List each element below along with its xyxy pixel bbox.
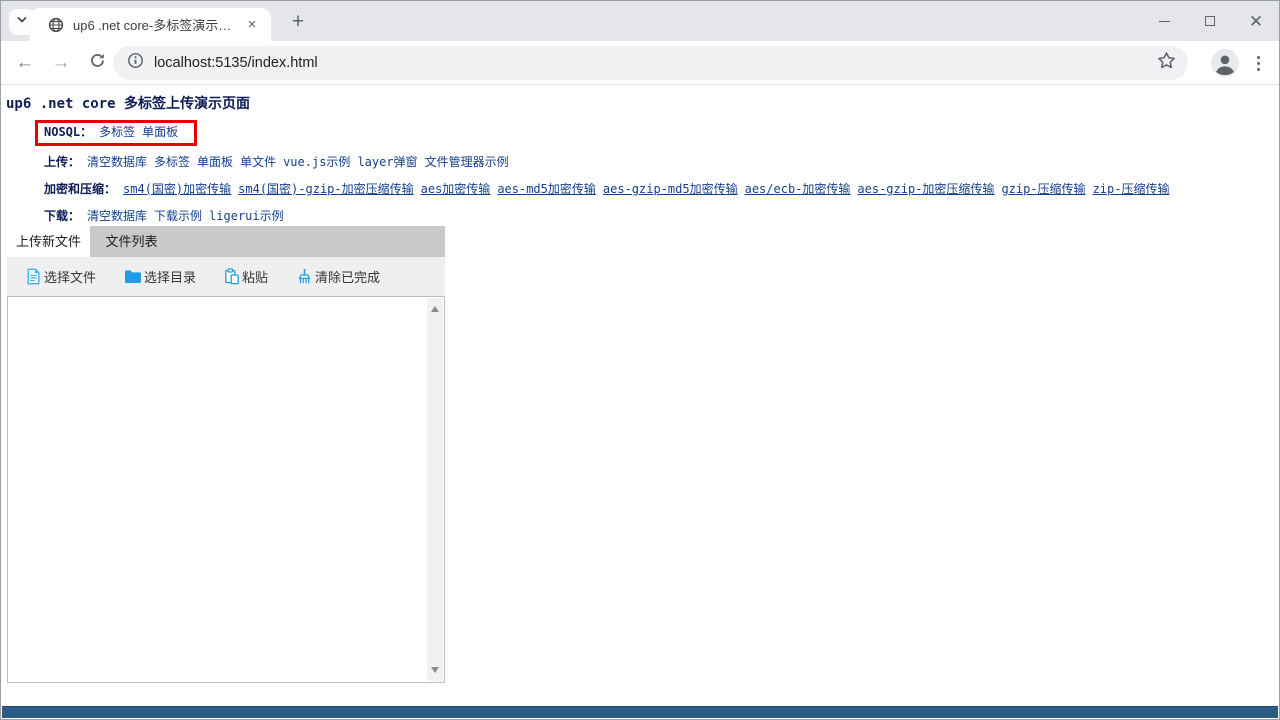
nav-link[interactable]: layer弹窗 bbox=[357, 155, 417, 169]
bookmark-star-icon[interactable] bbox=[1157, 51, 1176, 75]
toolbar-button[interactable]: 选择文件 bbox=[25, 267, 96, 286]
reload-icon bbox=[89, 52, 106, 75]
nav-row-label: 加密和压缩： bbox=[44, 182, 116, 196]
new-tab-button[interactable]: + bbox=[285, 9, 311, 35]
toolbar-button[interactable]: 粘贴 bbox=[224, 267, 268, 286]
nav-link[interactable]: sm4(国密)加密传输 bbox=[123, 182, 231, 196]
scroll-up-icon[interactable] bbox=[431, 306, 439, 312]
scrollbar[interactable] bbox=[427, 298, 443, 681]
info-icon[interactable] bbox=[127, 52, 144, 74]
window-controls: ✕ bbox=[1141, 1, 1279, 41]
tab-strip: up6 .net core-多标签演示页面 × + ✕ bbox=[1, 1, 1279, 41]
minimize-icon bbox=[1159, 21, 1170, 22]
panel-toolbar: 选择文件 选择目录 粘贴 清除已完成 bbox=[7, 257, 445, 296]
nav-row-inner: NOSQL： 多标签单面板 bbox=[35, 120, 197, 146]
panel-tab[interactable]: 文件列表 bbox=[90, 226, 173, 257]
nav-link[interactable]: sm4(国密)-gzip-加密压缩传输 bbox=[238, 182, 413, 196]
nav-row-inner: 下载： 清空数据库下载示例 ligerui示例 bbox=[35, 209, 291, 224]
nav-row-label: 下载： bbox=[44, 209, 80, 223]
browser-navbar: ← → localhost:5135/index.html bbox=[1, 41, 1279, 85]
panel-tabs: 上传新文件文件列表 bbox=[7, 226, 445, 257]
tab-close-icon[interactable]: × bbox=[243, 16, 261, 34]
nav-row: NOSQL： 多标签单面板 bbox=[35, 120, 1278, 146]
back-button[interactable]: ← bbox=[13, 51, 37, 75]
file-icon bbox=[25, 268, 42, 285]
toolbar-button-label: 选择文件 bbox=[44, 267, 96, 286]
toolbar-button-label: 选择目录 bbox=[144, 267, 196, 286]
nav-link[interactable]: aes-gzip-加密压缩传输 bbox=[857, 182, 994, 196]
maximize-button[interactable] bbox=[1187, 1, 1233, 41]
nav-link[interactable]: 单面板 bbox=[142, 125, 178, 139]
nav-row: 下载： 清空数据库下载示例 ligerui示例 bbox=[35, 209, 1278, 224]
nav-link[interactable]: gzip-压缩传输 bbox=[1001, 182, 1085, 196]
nav-row: 加密和压缩： sm4(国密)加密传输 sm4(国密)-gzip-加密压缩传输 aes加… bbox=[35, 182, 1278, 197]
chevron-down-icon bbox=[16, 13, 28, 31]
nav-row-label: 上传： bbox=[44, 155, 80, 169]
page-title: up6 .net core 多标签上传演示页面 bbox=[2, 86, 1278, 113]
toolbar-button-label: 清除已完成 bbox=[315, 267, 380, 286]
nav-link[interactable]: aes-gzip-md5加密传输 bbox=[603, 182, 738, 196]
nav-link[interactable]: 多标签 bbox=[154, 155, 190, 169]
nav-row-inner: 上传： 清空数据库多标签单面板单文件 vue.js示例 layer弹窗文件管理器示例 bbox=[35, 155, 516, 170]
forward-button[interactable]: → bbox=[49, 51, 73, 75]
nav-link[interactable]: ligerui示例 bbox=[209, 209, 284, 223]
nav-link[interactable]: 单文件 bbox=[240, 155, 276, 169]
nav-link[interactable]: aes-md5加密传输 bbox=[497, 182, 596, 196]
folder-icon bbox=[124, 269, 142, 284]
clean-icon bbox=[296, 268, 313, 285]
page-content: up6 .net core 多标签上传演示页面 NOSQL：多标签单面板上传：清… bbox=[2, 86, 1278, 718]
nav-row-label: NOSQL： bbox=[44, 125, 92, 139]
url-text[interactable]: localhost:5135/index.html bbox=[154, 55, 1157, 71]
nav-link[interactable]: 清空数据库 bbox=[87, 155, 147, 169]
close-icon: ✕ bbox=[1249, 13, 1263, 30]
nav-link[interactable]: 清空数据库 bbox=[87, 209, 147, 223]
nav-link[interactable]: zip-压缩传输 bbox=[1093, 182, 1170, 196]
toolbar-button[interactable]: 选择目录 bbox=[124, 267, 196, 286]
paste-icon bbox=[224, 268, 240, 285]
minimize-button[interactable] bbox=[1141, 1, 1187, 41]
file-list-area bbox=[7, 296, 445, 683]
reload-button[interactable] bbox=[85, 51, 109, 75]
address-bar[interactable]: localhost:5135/index.html bbox=[113, 46, 1188, 80]
nav-row-inner: 加密和压缩： sm4(国密)加密传输 sm4(国密)-gzip-加密压缩传输 aes加… bbox=[35, 182, 1176, 197]
toolbar-button[interactable]: 清除已完成 bbox=[296, 267, 380, 286]
tab-title: up6 .net core-多标签演示页面 bbox=[73, 15, 243, 34]
nav-link[interactable]: 多标签 bbox=[99, 125, 135, 139]
nav-link[interactable]: 单面板 bbox=[197, 155, 233, 169]
profile-avatar[interactable] bbox=[1211, 49, 1239, 77]
browser-tab[interactable]: up6 .net core-多标签演示页面 × bbox=[30, 8, 271, 41]
nav-link[interactable]: vue.js示例 bbox=[283, 155, 350, 169]
browser-window: up6 .net core-多标签演示页面 × + ✕ ← → localhos… bbox=[0, 0, 1280, 720]
panel-tab[interactable]: 上传新文件 bbox=[7, 226, 90, 257]
nav-link[interactable]: aes加密传输 bbox=[421, 182, 491, 196]
nav-row: 上传： 清空数据库多标签单面板单文件 vue.js示例 layer弹窗文件管理器示例 bbox=[35, 155, 1278, 170]
maximize-icon bbox=[1205, 16, 1215, 26]
nav-link[interactable]: 文件管理器示例 bbox=[425, 155, 509, 169]
upload-panel: 上传新文件文件列表 选择文件 选择目录 粘贴 清除已完成 bbox=[7, 226, 445, 683]
nav-link[interactable]: 下载示例 bbox=[154, 209, 202, 223]
nav-rows: NOSQL：多标签单面板上传：清空数据库多标签单面板单文件vue.js示例lay… bbox=[35, 120, 1278, 224]
toolbar-button-label: 粘贴 bbox=[242, 267, 268, 286]
footer-bar bbox=[2, 706, 1278, 718]
close-button[interactable]: ✕ bbox=[1233, 1, 1279, 41]
scroll-down-icon[interactable] bbox=[431, 667, 439, 673]
globe-favicon-icon bbox=[48, 17, 64, 33]
menu-kebab-icon[interactable] bbox=[1249, 50, 1267, 76]
nav-link[interactable]: aes/ecb-加密传输 bbox=[745, 182, 851, 196]
